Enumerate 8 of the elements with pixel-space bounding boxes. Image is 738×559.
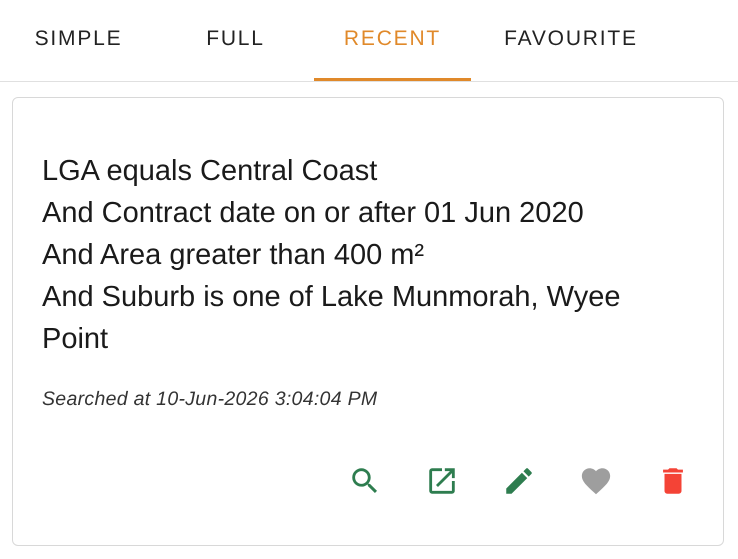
search-criterion: And Area greater than 400 m²: [42, 238, 426, 273]
search-criterion: And Suburb is one of Lake Munmorah, Wyee Point: [42, 280, 622, 357]
searched-at-text: Searched at 10-Jun-2026 3:04:04 PM: [42, 388, 378, 411]
tab[interactable]: SIMPLE: [0, 0, 157, 81]
search-criterion: LGA equals Central Coast: [42, 154, 378, 189]
tab[interactable]: FULL: [157, 0, 314, 81]
search-criterion: And Contract date on or after 01 Jun 2020: [42, 196, 585, 231]
tab[interactable]: FAVOURITE: [471, 0, 671, 81]
